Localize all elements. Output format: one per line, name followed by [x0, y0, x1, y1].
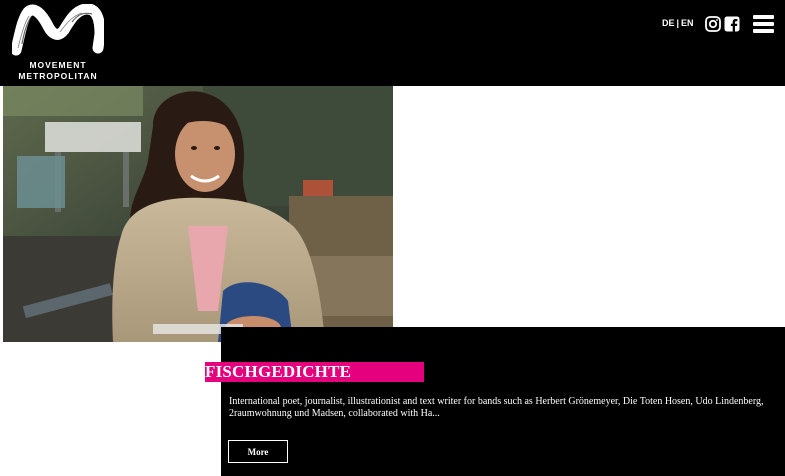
facebook-icon[interactable] — [724, 16, 740, 32]
logo-text: MOVEMENT METROPOLITAN — [8, 60, 108, 82]
lang-de[interactable]: DE — [662, 18, 675, 28]
lang-divider: | — [676, 18, 680, 28]
feature-photo[interactable] — [3, 86, 393, 342]
logo-line2: METROPOLITAN — [18, 71, 98, 81]
instagram-icon[interactable] — [705, 16, 721, 32]
logo-m-brush-icon — [12, 4, 104, 56]
lang-en[interactable]: EN — [681, 18, 694, 28]
language-switcher: DE | EN — [662, 18, 694, 28]
feature-description: International poet, journalist, illustra… — [229, 396, 764, 419]
menu-bar — [753, 22, 774, 26]
movement-metropolitan-logo[interactable]: MOVEMENT METROPOLITAN — [8, 4, 108, 84]
feature-title[interactable]: FISCHGEDICHTE — [205, 362, 351, 382]
more-button[interactable]: More — [228, 440, 288, 463]
social-links — [705, 16, 740, 32]
menu-bar — [753, 15, 774, 19]
menu-bar — [753, 29, 774, 33]
site-header: MOVEMENT METROPOLITAN DE | EN — [0, 0, 785, 86]
logo-line1: MOVEMENT — [29, 60, 87, 70]
portrait-image — [3, 86, 393, 342]
hamburger-menu-icon[interactable] — [753, 15, 774, 33]
